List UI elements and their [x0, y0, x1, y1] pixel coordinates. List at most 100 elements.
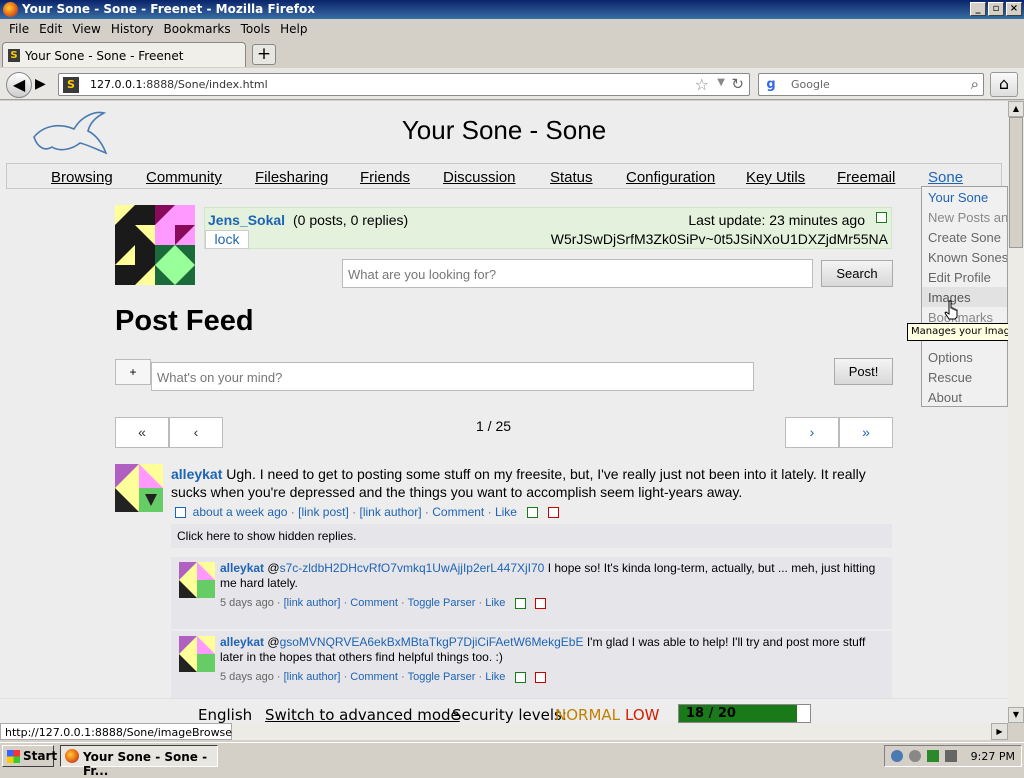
advanced-mode-link[interactable]: Switch to advanced mode [265, 706, 460, 724]
vertical-scrollbar[interactable]: ▲ ▼ [1008, 101, 1024, 723]
menu-your-sone[interactable]: Your Sone [928, 190, 988, 205]
network-tray-icon[interactable] [909, 750, 921, 762]
nav-sone[interactable]: Sone [928, 169, 963, 186]
menu-help[interactable]: Help [275, 22, 312, 36]
next-page-button[interactable]: › [785, 417, 839, 448]
nav-configuration[interactable]: Configuration [626, 169, 715, 186]
link-author[interactable]: [link author] [284, 671, 341, 683]
reply-reference[interactable]: s7c-zldbH2DHcvRfO7vmkq1UwAjjIp2erL447XjI… [280, 561, 545, 575]
security-low[interactable]: LOW [625, 706, 659, 724]
search-bar[interactable]: g Google ⌕ [758, 73, 984, 96]
horizontal-scrollbar[interactable]: ▶ [232, 723, 1008, 740]
post-author-avatar[interactable] [115, 464, 163, 512]
qr-icon[interactable] [876, 212, 887, 223]
close-button[interactable]: × [1006, 2, 1022, 16]
nav-status[interactable]: Status [550, 169, 593, 186]
like-link[interactable]: Like [485, 597, 505, 609]
nav-freemail[interactable]: Freemail [837, 169, 895, 186]
sone-name[interactable]: Jens_Sokal [208, 212, 285, 228]
reply-author[interactable]: alleykat [220, 561, 264, 575]
search-icon[interactable]: ⌕ [971, 75, 979, 93]
toggle-parser-link[interactable]: Toggle Parser [408, 597, 476, 609]
nav-friends[interactable]: Friends [360, 169, 410, 186]
menu-edit-profile[interactable]: Edit Profile [928, 270, 991, 285]
show-hidden-replies[interactable]: Click here to show hidden replies. [171, 524, 892, 548]
taskbar-firefox-item[interactable]: Your Sone - Sone - Fr... [60, 745, 218, 778]
like-link[interactable]: Like [485, 671, 505, 683]
like-link[interactable]: Like [495, 505, 517, 519]
menu-known-sones[interactable]: Known Sones [928, 250, 1007, 265]
distrust-icon[interactable] [547, 507, 559, 519]
link-author[interactable]: [link author] [284, 597, 341, 609]
trust-icon[interactable] [514, 671, 526, 683]
url-bar[interactable]: S 127.0.0.1:8888/Sone/index.html ☆ ▼ ↻ [58, 73, 750, 96]
add-image-button[interactable]: + [115, 359, 151, 385]
home-button[interactable]: ⌂ [990, 72, 1018, 97]
forward-button[interactable]: ▶ [35, 76, 46, 92]
search-button[interactable]: Search [821, 260, 893, 287]
scroll-thumb[interactable] [1009, 117, 1023, 248]
start-button[interactable]: Start [2, 745, 57, 767]
nav-browsing[interactable]: Browsing [51, 169, 113, 186]
comment-link[interactable]: Comment [350, 597, 398, 609]
site-identity-icon[interactable]: S [63, 77, 79, 93]
link-author[interactable]: [link author] [360, 505, 422, 519]
maximize-button[interactable]: ▫ [988, 2, 1004, 16]
scroll-up-button[interactable]: ▲ [1008, 101, 1024, 117]
post-time[interactable]: about a week ago [193, 505, 288, 519]
trust-icon[interactable] [526, 507, 538, 519]
menu-new-posts[interactable]: New Posts and Replies [928, 210, 1007, 225]
menu-bookmarks[interactable]: Bookmarks [159, 22, 236, 36]
menu-options[interactable]: Options [928, 350, 973, 365]
security-normal[interactable]: NORMAL [555, 706, 620, 724]
nav-filesharing[interactable]: Filesharing [255, 169, 328, 186]
vm-tray-icon[interactable] [945, 750, 957, 762]
trust-icon[interactable] [514, 597, 526, 609]
menu-create-sone[interactable]: Create Sone [928, 230, 1001, 245]
menu-about[interactable]: About [928, 390, 962, 405]
menu-images[interactable]: Images [922, 287, 1007, 307]
link-post[interactable]: [link post] [298, 505, 349, 519]
menu-file[interactable]: File [4, 22, 34, 36]
post-author[interactable]: alleykat [171, 466, 222, 482]
bookmark-star-icon[interactable]: ☆ [695, 75, 709, 94]
rabbit-tray-icon[interactable] [891, 750, 903, 762]
nav-discussion[interactable]: Discussion [443, 169, 516, 186]
last-page-button[interactable]: » [839, 417, 893, 448]
minimize-button[interactable]: _ [970, 2, 986, 16]
distrust-icon[interactable] [534, 597, 546, 609]
lock-button[interactable]: lock [205, 230, 249, 249]
reply-reference[interactable]: gsoMVNQRVEA6ekBxMBtaTkgP7DjiCiFAetW6Mekg… [280, 635, 584, 649]
toggle-parser-link[interactable]: Toggle Parser [408, 671, 476, 683]
back-button[interactable]: ◀ [6, 72, 32, 98]
first-page-button[interactable]: « [115, 417, 169, 448]
post-button[interactable]: Post! [834, 358, 893, 385]
menu-history[interactable]: History [106, 22, 159, 36]
scroll-down-button[interactable]: ▼ [1008, 707, 1024, 723]
menu-view[interactable]: View [67, 22, 105, 36]
menu-tools[interactable]: Tools [236, 22, 276, 36]
peers-bar[interactable]: 18 / 20 [678, 704, 811, 723]
new-tab-button[interactable]: + [252, 44, 276, 65]
google-icon[interactable]: g [763, 77, 779, 93]
reload-icon[interactable]: ↻ [731, 75, 744, 93]
url-history-dropdown-icon[interactable]: ▼ [717, 77, 725, 88]
qr-icon[interactable] [175, 507, 186, 519]
reply-author[interactable]: alleykat [220, 635, 264, 649]
comment-link[interactable]: Comment [350, 671, 398, 683]
scroll-right-button[interactable]: ▶ [991, 723, 1008, 740]
nav-key-utils[interactable]: Key Utils [746, 169, 805, 186]
reply-author-avatar[interactable] [179, 636, 215, 672]
menu-edit[interactable]: Edit [34, 22, 67, 36]
reply-time[interactable]: 5 days ago [220, 671, 274, 683]
reply-author-avatar[interactable] [179, 562, 215, 598]
prev-page-button[interactable]: ‹ [169, 417, 223, 448]
comment-link[interactable]: Comment [432, 505, 484, 519]
security-tray-icon[interactable] [927, 750, 939, 762]
reply-time[interactable]: 5 days ago [220, 597, 274, 609]
search-input[interactable]: What are you looking for? [342, 259, 813, 288]
tab-sone[interactable]: S Your Sone - Sone - Freenet [2, 42, 246, 67]
nav-community[interactable]: Community [146, 169, 222, 186]
menu-rescue[interactable]: Rescue [928, 370, 972, 385]
post-input[interactable]: What's on your mind? [151, 362, 754, 391]
